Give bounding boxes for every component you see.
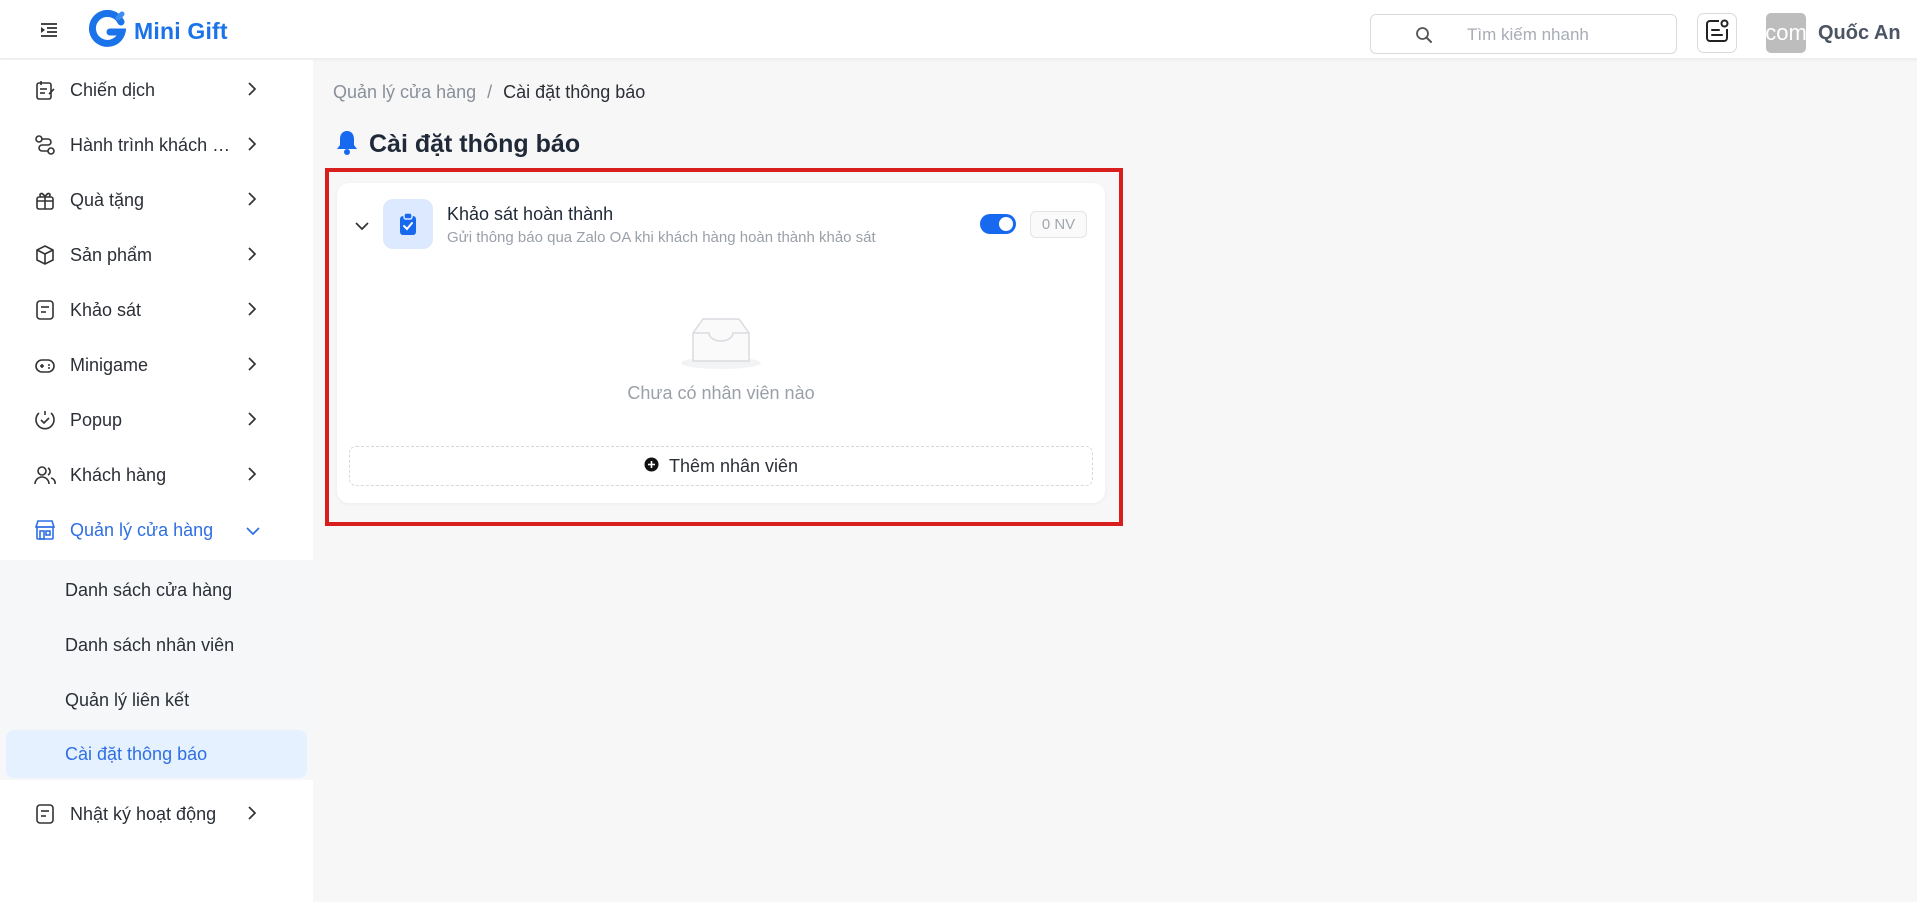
breadcrumb-current: Cài đặt thông báo bbox=[503, 82, 646, 102]
chevron-right-icon bbox=[247, 805, 257, 826]
toggle-knob bbox=[999, 217, 1013, 231]
sidebar-item-products[interactable]: Sản phẩm bbox=[0, 230, 313, 280]
journey-icon bbox=[34, 134, 56, 156]
empty-state-text: Chưa có nhân viên nào bbox=[627, 383, 815, 403]
campaign-icon bbox=[34, 79, 56, 101]
page-title: Cài đặt thông báo bbox=[369, 130, 581, 158]
sidebar-item-label: Hành trình khách hàng bbox=[70, 134, 240, 155]
clipboard-check-icon bbox=[383, 199, 433, 249]
sidebar-item-label: Quản lý cửa hàng bbox=[70, 519, 214, 540]
app-logo[interactable]: Mini Gift bbox=[88, 9, 228, 49]
avatar: com bbox=[1766, 13, 1806, 53]
user-menu[interactable]: com Quốc An bbox=[1766, 13, 1901, 53]
top-header: Mini Gift com Quốc An bbox=[0, 0, 1917, 59]
quick-search-box[interactable] bbox=[1370, 14, 1677, 54]
sidebar-item-label: Minigame bbox=[70, 354, 149, 375]
card-title: Khảo sát hoàn thành bbox=[447, 204, 614, 224]
submenu-item-store-list[interactable]: Danh sách cửa hàng bbox=[6, 566, 307, 614]
breadcrumb-separator: / bbox=[487, 82, 493, 102]
chevron-right-icon bbox=[247, 136, 257, 157]
message-bell-icon bbox=[1704, 18, 1730, 49]
chevron-right-icon bbox=[247, 81, 257, 102]
notification-button[interactable] bbox=[1697, 13, 1737, 53]
sidebar-item-label: Chiến dịch bbox=[70, 79, 156, 100]
sidebar-item-store-management[interactable]: Quản lý cửa hàng bbox=[0, 505, 313, 555]
submenu-item-label: Cài đặt thông báo bbox=[65, 743, 208, 764]
sidebar-item-activity-log[interactable]: Nhật ký hoạt động bbox=[0, 789, 313, 839]
search-icon bbox=[1415, 26, 1433, 49]
chevron-down-icon bbox=[245, 523, 261, 541]
logo-icon bbox=[88, 9, 127, 53]
chevron-right-icon bbox=[247, 411, 257, 432]
sidebar-item-minigame[interactable]: Minigame bbox=[0, 340, 313, 390]
sidebar-item-gifts[interactable]: Quà tặng bbox=[0, 175, 313, 225]
sidebar-item-popup[interactable]: Popup bbox=[0, 395, 313, 445]
sidebar-item-campaigns[interactable]: Chiến dịch bbox=[0, 65, 313, 115]
popup-icon bbox=[34, 409, 56, 431]
avatar-text: com bbox=[1766, 20, 1806, 45]
enable-toggle[interactable] bbox=[980, 214, 1016, 234]
bell-icon bbox=[335, 128, 359, 161]
breadcrumb-parent-link[interactable]: Quản lý cửa hàng bbox=[333, 82, 476, 103]
card-description: Gửi thông báo qua Zalo OA khi khách hàng… bbox=[447, 229, 876, 246]
sidebar-item-label: Khách hàng bbox=[70, 464, 167, 485]
submenu-item-label: Danh sách nhân viên bbox=[65, 634, 235, 655]
submenu-item-link-management[interactable]: Quản lý liên kết bbox=[6, 676, 307, 724]
sidebar-item-surveys[interactable]: Khảo sát bbox=[0, 285, 313, 335]
chevron-right-icon bbox=[247, 466, 257, 487]
sidebar-item-label: Popup bbox=[70, 409, 123, 430]
page-header: Cài đặt thông báo bbox=[335, 128, 580, 161]
chevron-right-icon bbox=[247, 246, 257, 267]
chevron-down-icon[interactable] bbox=[354, 218, 372, 232]
plus-circle-icon bbox=[644, 456, 659, 477]
product-box-icon bbox=[34, 244, 56, 266]
sidebar-item-label: Quà tặng bbox=[70, 189, 145, 210]
submenu-item-label: Quản lý liên kết bbox=[65, 689, 190, 710]
add-staff-label: Thêm nhân viên bbox=[668, 455, 799, 476]
survey-icon bbox=[34, 299, 56, 321]
sidebar-item-customer-journey[interactable]: Hành trình khách hàng bbox=[0, 120, 313, 170]
submenu-item-label: Danh sách cửa hàng bbox=[65, 579, 233, 600]
empty-inbox-icon bbox=[679, 315, 763, 376]
sidebar-item-label: Khảo sát bbox=[70, 299, 142, 320]
customers-icon bbox=[34, 464, 56, 486]
add-staff-button[interactable]: Thêm nhân viên bbox=[349, 446, 1093, 486]
notification-setting-card: Khảo sát hoàn thành Gửi thông báo qua Za… bbox=[337, 183, 1105, 503]
store-icon bbox=[34, 519, 56, 541]
chevron-right-icon bbox=[247, 191, 257, 212]
sidebar-item-label: Sản phẩm bbox=[70, 244, 153, 265]
chevron-right-icon bbox=[247, 356, 257, 377]
sidebar-item-customers[interactable]: Khách hàng bbox=[0, 450, 313, 500]
breadcrumb: Quản lý cửa hàng / Cài đặt thông báo bbox=[333, 82, 645, 103]
submenu-item-notification-settings[interactable]: Cài đặt thông báo bbox=[6, 730, 307, 778]
menu-collapse-icon[interactable] bbox=[36, 18, 62, 42]
sidebar: Chiến dịch Hành trình khách hàng Quà tặn… bbox=[0, 60, 313, 902]
submenu-item-staff-list[interactable]: Danh sách nhân viên bbox=[6, 621, 307, 669]
gift-icon bbox=[34, 189, 56, 211]
staff-count-badge: 0 NV bbox=[1030, 211, 1087, 238]
chevron-right-icon bbox=[247, 301, 257, 322]
gamepad-icon bbox=[34, 354, 56, 376]
search-input[interactable] bbox=[1467, 23, 1667, 47]
app-name: Mini Gift bbox=[134, 17, 228, 44]
activity-log-icon bbox=[34, 803, 56, 825]
sidebar-item-label: Nhật ký hoạt động bbox=[70, 803, 217, 824]
user-name: Quốc An bbox=[1818, 21, 1901, 44]
